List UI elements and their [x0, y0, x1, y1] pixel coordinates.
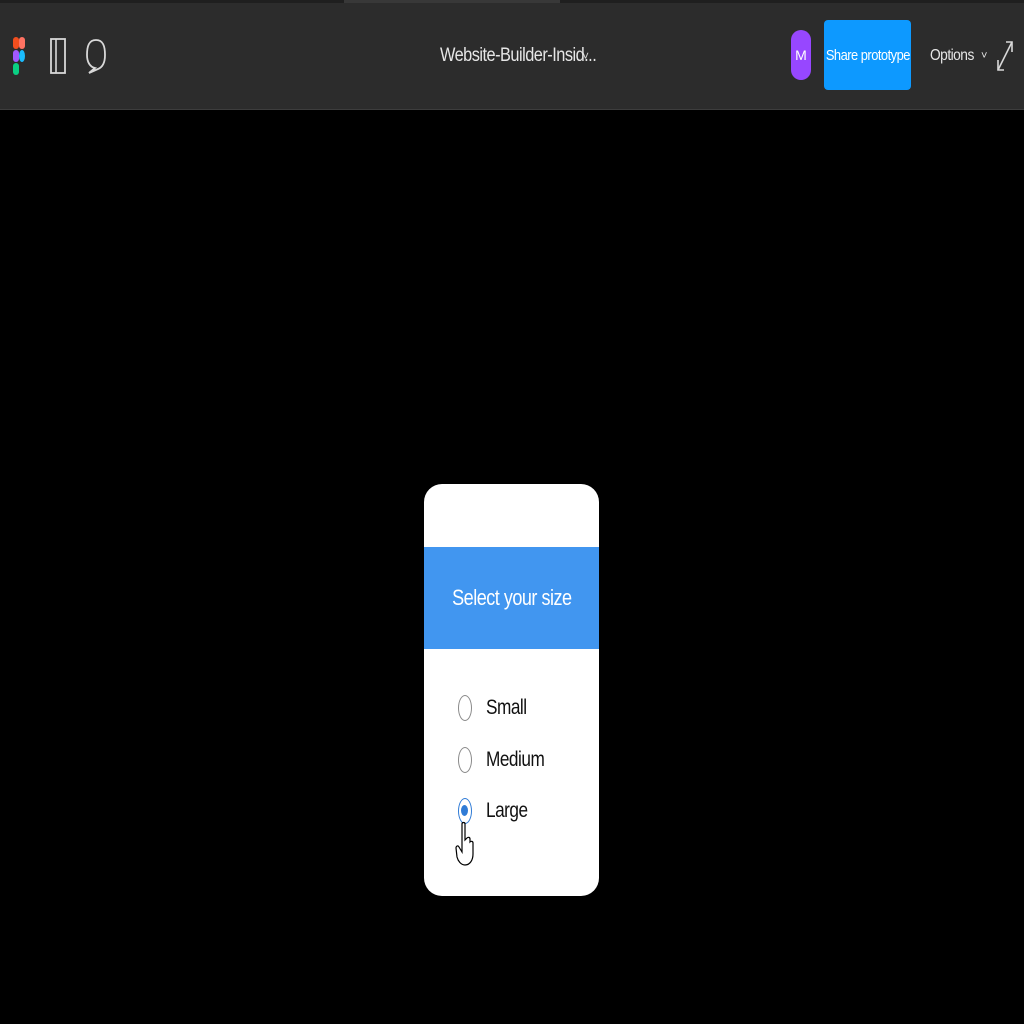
expand-icon[interactable]	[996, 40, 1014, 72]
size-option-large[interactable]: Large	[458, 796, 568, 826]
radio-large[interactable]	[458, 798, 472, 824]
size-option-medium[interactable]: Medium	[458, 745, 568, 775]
size-option-label: Small	[486, 696, 527, 719]
radio-medium[interactable]	[458, 747, 472, 773]
size-header: Select your size	[424, 547, 599, 649]
figma-logo-icon[interactable]	[12, 36, 26, 76]
size-header-title: Select your size	[451, 585, 572, 610]
top-tab-strip	[0, 0, 1024, 3]
file-title-dropdown[interactable]: Website-Builder-Insid... ˅	[440, 40, 597, 72]
share-prototype-button[interactable]: Share prototype	[824, 20, 911, 90]
avatar-initial: M	[795, 47, 807, 63]
chevron-down-icon: ˅	[980, 50, 987, 62]
size-option-label: Medium	[486, 748, 545, 771]
prototype-frame: Select your size Small Medium Large	[424, 484, 599, 896]
size-option-label: Large	[486, 799, 528, 822]
avatar[interactable]: M	[791, 30, 811, 80]
radio-small[interactable]	[458, 695, 472, 721]
share-prototype-label: Share prototype	[825, 46, 910, 64]
comment-icon[interactable]	[84, 36, 108, 76]
file-title: Website-Builder-Insid...	[440, 45, 597, 66]
prototype-toolbar: Website-Builder-Insid... ˅ M Share proto…	[0, 0, 1024, 110]
size-option-small[interactable]: Small	[458, 693, 568, 723]
options-menu-button[interactable]: Options ˅	[930, 40, 987, 72]
options-label: Options	[930, 47, 974, 64]
sidebar-panel-icon[interactable]	[46, 36, 70, 76]
active-tab-indicator	[344, 0, 560, 3]
